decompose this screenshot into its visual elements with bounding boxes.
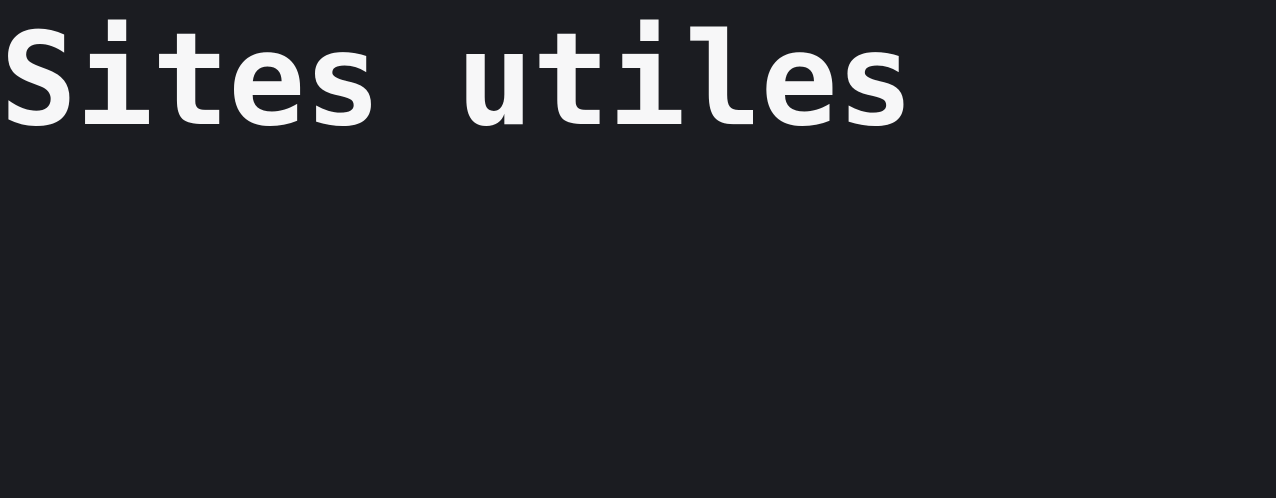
page-container: Sites utiles bbox=[0, 0, 1276, 498]
page-title: Sites utiles bbox=[0, 6, 914, 155]
